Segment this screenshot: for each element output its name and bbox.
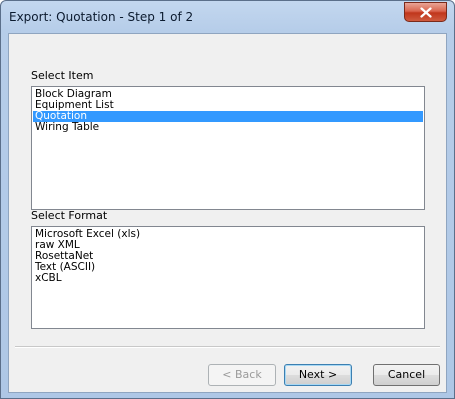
back-button[interactable]: < Back — [208, 364, 276, 386]
next-button[interactable]: Next > — [284, 364, 352, 386]
export-dialog: Export: Quotation - Step 1 of 2 Select I… — [0, 0, 455, 399]
list-item-excel[interactable]: Microsoft Excel (xls) — [33, 229, 423, 240]
select-item-listbox[interactable]: Block Diagram Equipment List Quotation W… — [31, 86, 425, 210]
dialog-body: Select Item Block Diagram Equipment List… — [8, 33, 447, 393]
list-item-equipment-list[interactable]: Equipment List — [33, 100, 423, 111]
close-button[interactable] — [404, 2, 447, 22]
close-icon — [420, 7, 432, 18]
title-bar[interactable]: Export: Quotation - Step 1 of 2 — [1, 1, 454, 33]
list-item-wiring-table[interactable]: Wiring Table — [33, 122, 423, 133]
cancel-button[interactable]: Cancel — [373, 364, 440, 386]
select-item-label: Select Item — [31, 69, 94, 82]
separator — [15, 346, 440, 348]
list-item-text-ascii[interactable]: Text (ASCII) — [33, 262, 423, 273]
select-format-listbox[interactable]: Microsoft Excel (xls) raw XML RosettaNet… — [31, 226, 425, 329]
list-item-xcbl[interactable]: xCBL — [33, 273, 423, 284]
window-title: Export: Quotation - Step 1 of 2 — [9, 10, 194, 24]
select-format-label: Select Format — [31, 209, 108, 222]
